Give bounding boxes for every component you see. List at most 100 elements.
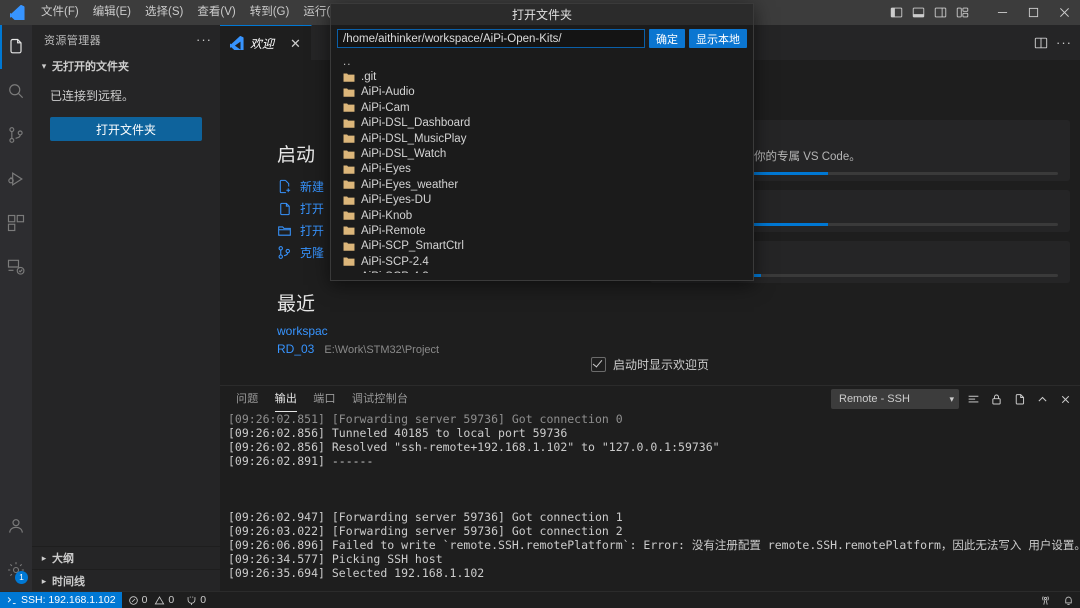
menu-edit[interactable]: 编辑(E): [86, 0, 138, 25]
activity-remote-explorer[interactable]: [0, 245, 32, 289]
dialog-show-local-button[interactable]: 显示本地: [689, 29, 747, 48]
sidebar-section-no-folder[interactable]: ▾ 无打开的文件夹: [32, 55, 220, 77]
folder-icon: [343, 180, 355, 190]
status-remote-indicator[interactable]: SSH: 192.168.1.102: [0, 592, 122, 608]
folder-label: AiPi-Eyes-DU: [361, 194, 432, 207]
show-welcome-on-startup-row[interactable]: 启动时显示欢迎页: [220, 356, 1080, 373]
panel-tab-ports[interactable]: 端口: [305, 386, 344, 412]
folder-label: AiPi-DSL_Dashboard: [361, 117, 471, 130]
sidebar-outline-label: 大纲: [52, 553, 74, 565]
sidebar-timeline-label: 时间线: [52, 576, 85, 588]
toggle-panel-icon[interactable]: [907, 0, 929, 25]
folder-list-item[interactable]: AiPi-DSL_Watch: [331, 146, 753, 161]
chevron-down-icon: ▾: [949, 393, 954, 404]
activity-extensions[interactable]: [0, 201, 32, 245]
folder-list-item-updir[interactable]: ..: [331, 54, 753, 69]
open-in-editor-icon[interactable]: [1011, 390, 1028, 408]
activity-accounts[interactable]: [0, 504, 32, 548]
sidebar-more-actions-icon[interactable]: ···: [196, 33, 212, 46]
folder-icon: [343, 242, 355, 251]
folder-label: AiPi-Eyes: [361, 163, 411, 176]
status-radio-tower[interactable]: [1034, 592, 1057, 608]
activity-settings[interactable]: 1: [0, 548, 32, 592]
window-maximize-button[interactable]: [1018, 0, 1049, 25]
panel-tab-output[interactable]: 输出: [267, 386, 306, 412]
tab-close-icon[interactable]: ✕: [290, 37, 301, 50]
welcome-start-label: 打开: [300, 201, 325, 216]
recent-name: workspac: [277, 324, 328, 338]
toggle-primary-sidebar-icon[interactable]: [885, 0, 907, 25]
activity-search[interactable]: [0, 69, 32, 113]
remote-indicator-icon: [7, 596, 16, 604]
folder-icon: [343, 119, 355, 128]
status-notifications[interactable]: [1057, 592, 1080, 608]
folder-list[interactable]: .. .git AiPi-Audio AiPi-Cam AiPi-DSL_Das…: [331, 52, 753, 280]
folder-list-item[interactable]: AiPi-Audio: [331, 85, 753, 100]
panel-tab-debug-console[interactable]: 调试控制台: [344, 386, 417, 412]
folder-label: AiPi-SCP_SmartCtrl: [361, 240, 464, 253]
toggle-secondary-sidebar-icon[interactable]: [929, 0, 951, 25]
menu-view[interactable]: 查看(V): [190, 0, 242, 25]
folder-list-item[interactable]: AiPi-Knob: [331, 208, 753, 223]
close-panel-icon[interactable]: [1057, 390, 1074, 408]
folder-list-item[interactable]: AiPi-SCP-2.4: [331, 254, 753, 269]
menu-go[interactable]: 转到(G): [243, 0, 297, 25]
open-folder-button[interactable]: 打开文件夹: [50, 117, 202, 141]
folder-list-item[interactable]: AiPi-DSL_MusicPlay: [331, 131, 753, 146]
folder-list-item[interactable]: AiPi-Cam: [331, 100, 753, 115]
split-editor-icon[interactable]: [1034, 36, 1048, 50]
chevron-down-icon: ▾: [41, 60, 47, 71]
folder-label: AiPi-SCP-2.4: [361, 255, 429, 268]
folder-path-input[interactable]: [337, 29, 645, 48]
dialog-confirm-button[interactable]: 确定: [649, 29, 685, 48]
activity-explorer[interactable]: [0, 25, 32, 69]
output-line: [09:26:02.851] [Forwarding server 59736]…: [228, 412, 623, 426]
status-problems[interactable]: 0 0: [122, 592, 181, 608]
menu-selection[interactable]: 选择(S): [138, 0, 190, 25]
customize-layout-icon[interactable]: [951, 0, 973, 25]
activity-source-control[interactable]: [0, 113, 32, 157]
chevron-right-icon: ▸: [41, 552, 47, 563]
dialog-title: 打开文件夹: [331, 4, 753, 25]
show-welcome-checkbox[interactable]: [590, 357, 606, 372]
activity-run-debug[interactable]: [0, 157, 32, 201]
sidebar-section-timeline[interactable]: ▸ 时间线: [32, 569, 220, 592]
folder-icon: [343, 165, 355, 174]
menu-file[interactable]: 文件(F): [34, 0, 86, 25]
folder-list-item[interactable]: AiPi-SCP_SmartCtrl: [331, 239, 753, 254]
new-file-icon: [279, 179, 291, 193]
vscode-window: 文件(F) 编辑(E) 选择(S) 查看(V) 转到(G) 运行(R) ···: [0, 0, 1080, 608]
folder-list-item[interactable]: AiPi-Eyes_weather: [331, 177, 753, 192]
output-view[interactable]: [09:26:02.851] [Forwarding server 59736]…: [220, 412, 1080, 593]
folder-icon: [343, 150, 355, 159]
chevron-right-icon: ▸: [41, 575, 47, 586]
tab-welcome[interactable]: 欢迎 ✕: [220, 25, 312, 60]
editor-more-actions-icon[interactable]: ···: [1056, 36, 1072, 49]
window-minimize-button[interactable]: [987, 0, 1018, 25]
folder-list-item[interactable]: AiPi-Eyes-DU: [331, 193, 753, 208]
sidebar-footer: ▸ 大纲 ▸ 时间线: [32, 546, 220, 592]
folder-icon: [343, 134, 355, 143]
panel-tab-problems[interactable]: 问题: [228, 386, 267, 412]
clear-output-icon[interactable]: [965, 390, 982, 408]
collapse-panel-icon[interactable]: [1034, 390, 1051, 408]
folder-list-item[interactable]: .git: [331, 69, 753, 84]
panel-actions: Remote - SSH ▾: [831, 389, 1074, 409]
output-channel-select[interactable]: Remote - SSH ▾: [831, 389, 959, 409]
folder-list-item[interactable]: AiPi-Eyes: [331, 162, 753, 177]
status-ports[interactable]: 0: [180, 592, 212, 608]
window-close-button[interactable]: [1049, 0, 1080, 25]
sidebar-section-outline[interactable]: ▸ 大纲: [32, 546, 220, 569]
lock-scroll-icon[interactable]: [988, 390, 1005, 408]
output-line: [09:26:35.694] Selected 192.168.1.102: [228, 566, 485, 580]
list-fade-mask: [331, 273, 753, 280]
vscode-logo-icon: [0, 0, 34, 25]
folder-icon: [343, 103, 355, 113]
recent-name: RD_03: [277, 342, 315, 356]
folder-list-item[interactable]: AiPi-Remote: [331, 223, 753, 238]
open-file-icon: [280, 202, 290, 215]
folder-list-item[interactable]: AiPi-DSL_Dashboard: [331, 116, 753, 131]
welcome-recent-item[interactable]: workspac: [277, 324, 507, 342]
